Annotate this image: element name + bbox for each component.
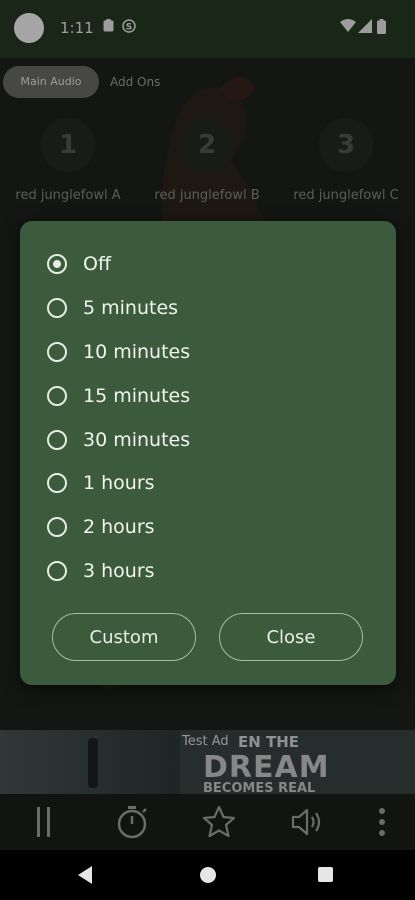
radio-icon[interactable] — [47, 298, 67, 318]
option-label: 30 minutes — [83, 429, 191, 451]
timer-option-1-hours[interactable]: 1 hours — [47, 468, 155, 498]
timer-option-2-hours[interactable]: 2 hours — [47, 512, 155, 542]
option-label: 1 hours — [83, 472, 155, 494]
option-label: 15 minutes — [83, 385, 191, 407]
system-nav-bar — [0, 850, 415, 900]
option-label: Off — [83, 253, 112, 275]
app-screen: 1:11 S Main Audio Add Ons 1 red junglefo… — [0, 0, 415, 900]
radio-icon[interactable] — [47, 386, 67, 406]
radio-icon[interactable] — [47, 473, 67, 493]
timer-option-15-minutes[interactable]: 15 minutes — [47, 381, 190, 411]
recents-icon[interactable] — [318, 867, 333, 882]
sleep-timer-dialog: Off 5 minutes 10 minutes 15 minutes 30 m… — [20, 221, 396, 685]
timer-option-3-hours[interactable]: 3 hours — [47, 556, 155, 586]
back-icon[interactable] — [78, 866, 92, 884]
radio-icon[interactable] — [47, 561, 67, 581]
option-label: 3 hours — [83, 560, 155, 582]
timer-option-10-minutes[interactable]: 10 minutes — [47, 337, 190, 367]
timer-option-off[interactable]: Off — [47, 249, 111, 279]
option-label: 10 minutes — [83, 341, 191, 363]
custom-button[interactable]: Custom — [52, 613, 196, 661]
radio-icon[interactable] — [47, 517, 67, 537]
option-label: 2 hours — [83, 516, 155, 538]
timer-option-5-minutes[interactable]: 5 minutes — [47, 293, 178, 323]
timer-option-30-minutes[interactable]: 30 minutes — [47, 425, 190, 455]
radio-icon[interactable] — [47, 342, 67, 362]
option-label: 5 minutes — [83, 297, 179, 319]
radio-selected-icon[interactable] — [47, 254, 67, 274]
radio-icon[interactable] — [47, 430, 67, 450]
home-icon[interactable] — [200, 867, 216, 883]
close-button[interactable]: Close — [219, 613, 363, 661]
